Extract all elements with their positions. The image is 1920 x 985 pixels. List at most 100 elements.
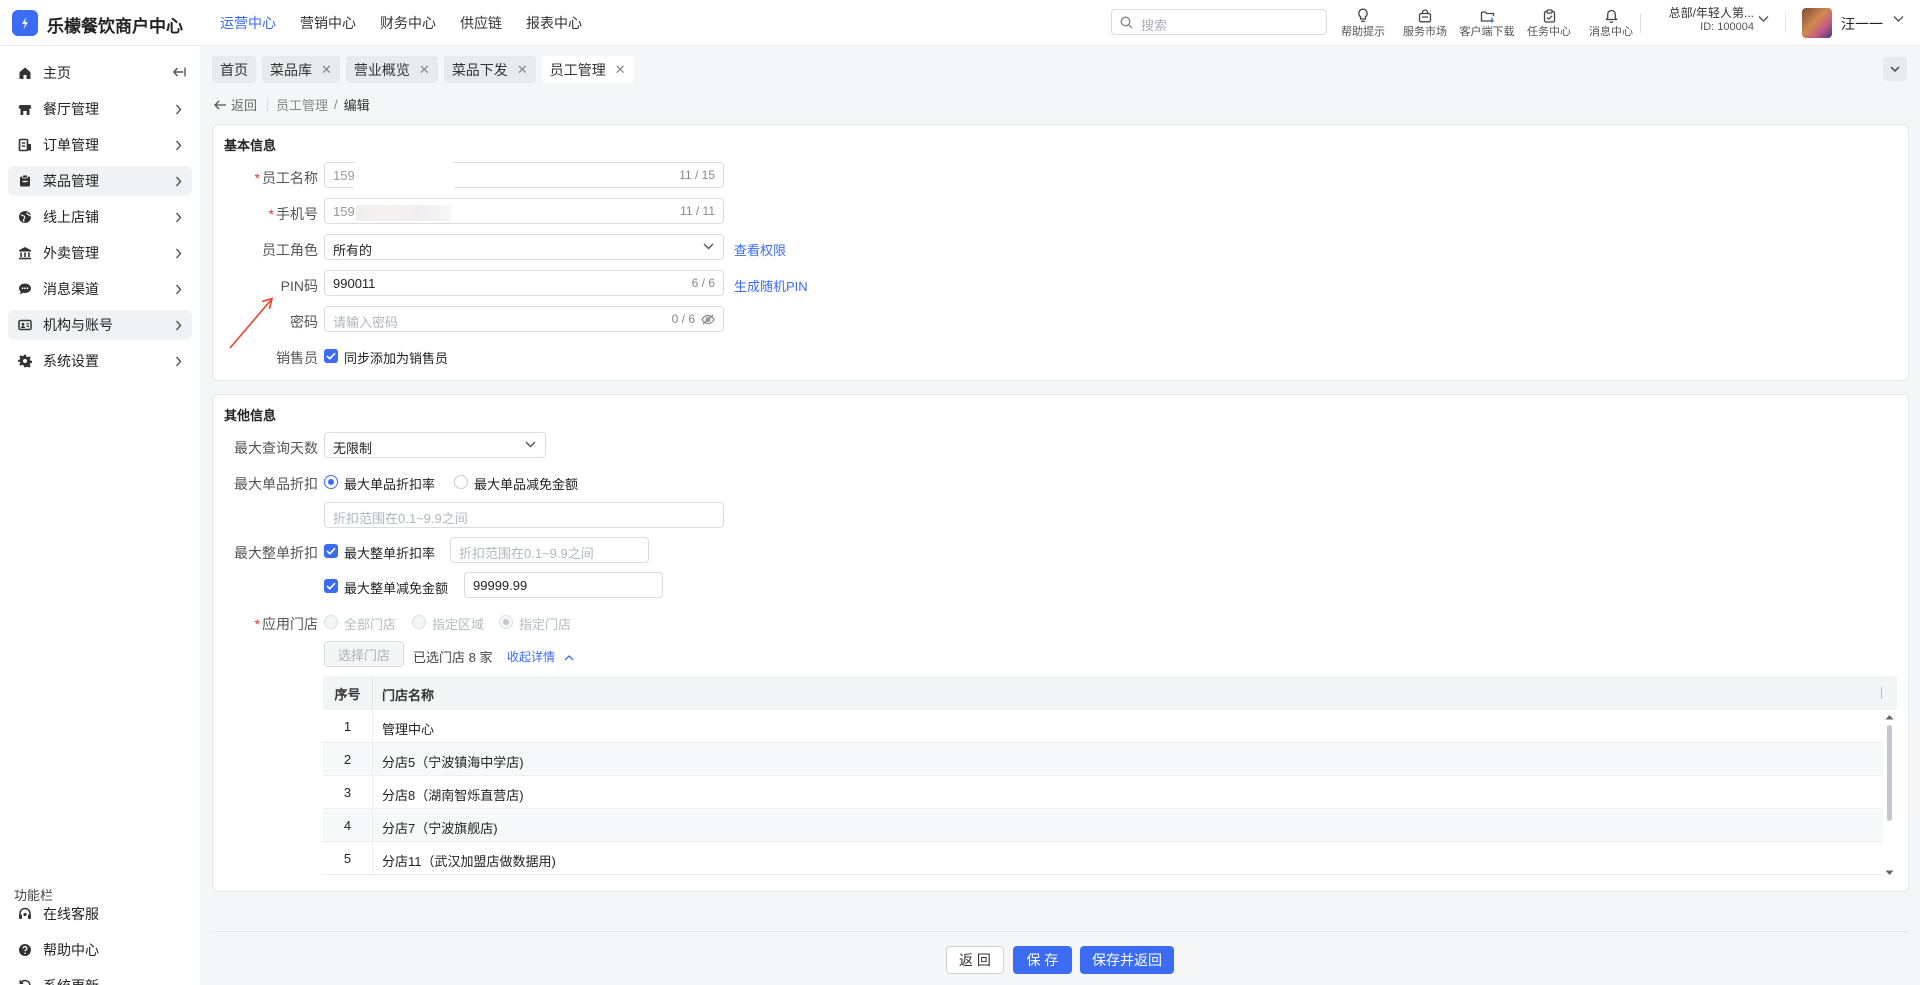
- tab-label: 员工管理: [549, 61, 606, 78]
- sidebar-item-online-store[interactable]: 线上店铺: [8, 202, 192, 232]
- search-icon: [1120, 16, 1133, 29]
- sidebar-item-delivery[interactable]: 外卖管理: [8, 238, 192, 268]
- sidebar-item-home[interactable]: 主页: [8, 58, 192, 88]
- save-and-back-button[interactable]: 保存并返回: [1080, 946, 1174, 974]
- chevron-down-icon[interactable]: [1893, 15, 1904, 23]
- collapse-sidebar-icon[interactable]: [172, 66, 186, 78]
- sidebar-item-restaurant[interactable]: 餐厅管理: [8, 94, 192, 124]
- tool-service-market[interactable]: 服务市场: [1394, 3, 1456, 39]
- sidebar-item-online-support[interactable]: 在线客服: [8, 899, 192, 929]
- scroll-up-icon[interactable]: [1885, 714, 1894, 720]
- org-switcher[interactable]: 总部/年轻人第... ID: 100004: [1654, 4, 1754, 33]
- top-nav-item-finance[interactable]: 财务中心: [380, 13, 436, 33]
- column-resize-handle[interactable]: [1881, 687, 1882, 699]
- top-nav-item-operations[interactable]: 运营中心: [220, 13, 276, 33]
- back-link[interactable]: 返回: [214, 95, 257, 114]
- search-input[interactable]: 搜索: [1111, 9, 1327, 35]
- all-stores-label: 全部门店: [344, 617, 397, 632]
- order-discount-rate-label[interactable]: 最大整单折扣率: [344, 543, 435, 562]
- tab-label: 菜品库: [270, 61, 312, 78]
- section-title: 基本信息: [224, 138, 277, 153]
- item-discount-input[interactable]: 折扣范围在0.1~9.9之间: [324, 502, 724, 528]
- employee-name-value: 159: [333, 168, 355, 183]
- chevron-right-icon: [175, 212, 182, 223]
- label-text: 员工名称: [262, 170, 318, 186]
- scroll-down-icon[interactable]: [1885, 870, 1894, 876]
- top-nav-item-marketing[interactable]: 营销中心: [300, 13, 356, 33]
- item-discount-amount-label[interactable]: 最大单品减免金额: [474, 474, 578, 493]
- sidebar-item-help-center[interactable]: 帮助中心: [8, 935, 192, 965]
- tab-business-overview[interactable]: 营业概览 ✕: [345, 56, 438, 83]
- sidebar-item-system-update[interactable]: 系统更新: [8, 971, 192, 985]
- chevron-right-icon: [175, 140, 182, 151]
- divider: [267, 98, 269, 111]
- label-text: 手机号: [276, 206, 318, 222]
- tool-label: 消息中心: [1589, 26, 1633, 38]
- tool-message-center[interactable]: 消息中心: [1580, 3, 1642, 39]
- section-title: 其他信息: [224, 408, 277, 423]
- app-logo-icon: [12, 10, 38, 36]
- password-field[interactable]: 请输入密码 0 / 6: [324, 306, 724, 332]
- tab-employee-management[interactable]: 员工管理 ✕: [541, 56, 634, 83]
- order-discount-amount-label[interactable]: 最大整单减免金额: [344, 578, 448, 597]
- eye-off-icon[interactable]: [701, 314, 715, 325]
- table-scrollbar[interactable]: [1884, 712, 1896, 880]
- pin-field[interactable]: 990011 6 / 6: [324, 270, 724, 296]
- order-discount-rate-placeholder: 折扣范围在0.1~9.9之间: [459, 546, 594, 561]
- order-discount-amount-checkbox[interactable]: [324, 579, 338, 593]
- row-index: 1: [323, 710, 373, 743]
- tabs-more-button[interactable]: [1883, 57, 1907, 81]
- item-discount-rate-radio[interactable]: [324, 475, 338, 489]
- sidebar-item-system-settings[interactable]: 系统设置: [8, 346, 192, 376]
- save-button[interactable]: 保 存: [1013, 946, 1072, 974]
- region-label: 指定区域: [432, 617, 485, 632]
- collapse-details-link[interactable]: 收起详情: [507, 648, 574, 665]
- scrollbar-thumb[interactable]: [1887, 725, 1892, 821]
- chevron-up-icon: [564, 655, 574, 661]
- max-query-days-select[interactable]: 无限制: [324, 432, 546, 458]
- tab-home[interactable]: 首页: [212, 56, 256, 83]
- close-icon[interactable]: ✕: [419, 62, 430, 78]
- sidebar-item-org-accounts[interactable]: 机构与账号: [8, 310, 192, 340]
- breadcrumb-parent[interactable]: 员工管理: [276, 95, 328, 114]
- max-item-discount-label: 最大单品折扣: [234, 476, 318, 492]
- sync-salesperson-checkbox[interactable]: [324, 349, 338, 363]
- store-table: 序号 门店名称 1 管理中心 2 分店5（宁波镇海中学店) 3 分店8（湖南智烁…: [323, 676, 1897, 876]
- item-discount-rate-label[interactable]: 最大单品折扣率: [344, 474, 435, 493]
- user-name[interactable]: 汪一一: [1841, 14, 1883, 34]
- form-footer: 返 回 保 存 保存并返回: [212, 931, 1909, 985]
- collapse-details-label: 收起详情: [507, 650, 556, 664]
- generate-random-pin-link[interactable]: 生成随机PIN: [734, 276, 808, 295]
- region-radio: [412, 615, 426, 629]
- view-permissions-link[interactable]: 查看权限: [734, 240, 786, 259]
- row-store-name: 分店7（宁波旗舰店): [382, 821, 498, 836]
- close-icon[interactable]: ✕: [321, 62, 332, 78]
- dish-icon: [18, 174, 32, 188]
- item-discount-amount-radio[interactable]: [454, 475, 468, 489]
- chevron-down-icon[interactable]: [1758, 15, 1769, 23]
- breadcrumb-separator: /: [334, 97, 338, 112]
- sidebar-item-dishes[interactable]: 菜品管理: [8, 166, 192, 196]
- role-value: 所有的: [333, 243, 373, 258]
- sidebar-item-orders[interactable]: 订单管理: [8, 130, 192, 160]
- tool-label: 帮助提示: [1341, 26, 1385, 38]
- tab-dish-distribution[interactable]: 菜品下发 ✕: [443, 56, 536, 83]
- close-icon[interactable]: ✕: [517, 62, 528, 78]
- order-discount-rate-input[interactable]: 折扣范围在0.1~9.9之间: [450, 537, 649, 563]
- avatar[interactable]: [1802, 8, 1832, 38]
- top-nav-item-supply-chain[interactable]: 供应链: [460, 13, 502, 33]
- tool-help-tips[interactable]: 帮助提示: [1332, 3, 1394, 39]
- order-discount-amount-input[interactable]: 99999.99: [464, 572, 663, 598]
- sync-salesperson-label[interactable]: 同步添加为销售员: [344, 348, 448, 367]
- tab-dish-library[interactable]: 菜品库 ✕: [262, 56, 340, 83]
- tool-task-center[interactable]: 任务中心: [1518, 3, 1580, 39]
- order-discount-rate-checkbox[interactable]: [324, 544, 338, 558]
- close-icon[interactable]: ✕: [615, 62, 626, 78]
- back-button[interactable]: 返 回: [946, 946, 1004, 974]
- max-query-days-label: 最大查询天数: [234, 440, 318, 456]
- role-select[interactable]: 所有的: [324, 234, 724, 260]
- top-nav-item-reports[interactable]: 报表中心: [526, 13, 582, 33]
- sidebar-item-message-channel[interactable]: 消息渠道: [8, 274, 192, 304]
- headset-icon: [18, 907, 32, 921]
- tool-client-download[interactable]: 客户端下载: [1456, 3, 1518, 39]
